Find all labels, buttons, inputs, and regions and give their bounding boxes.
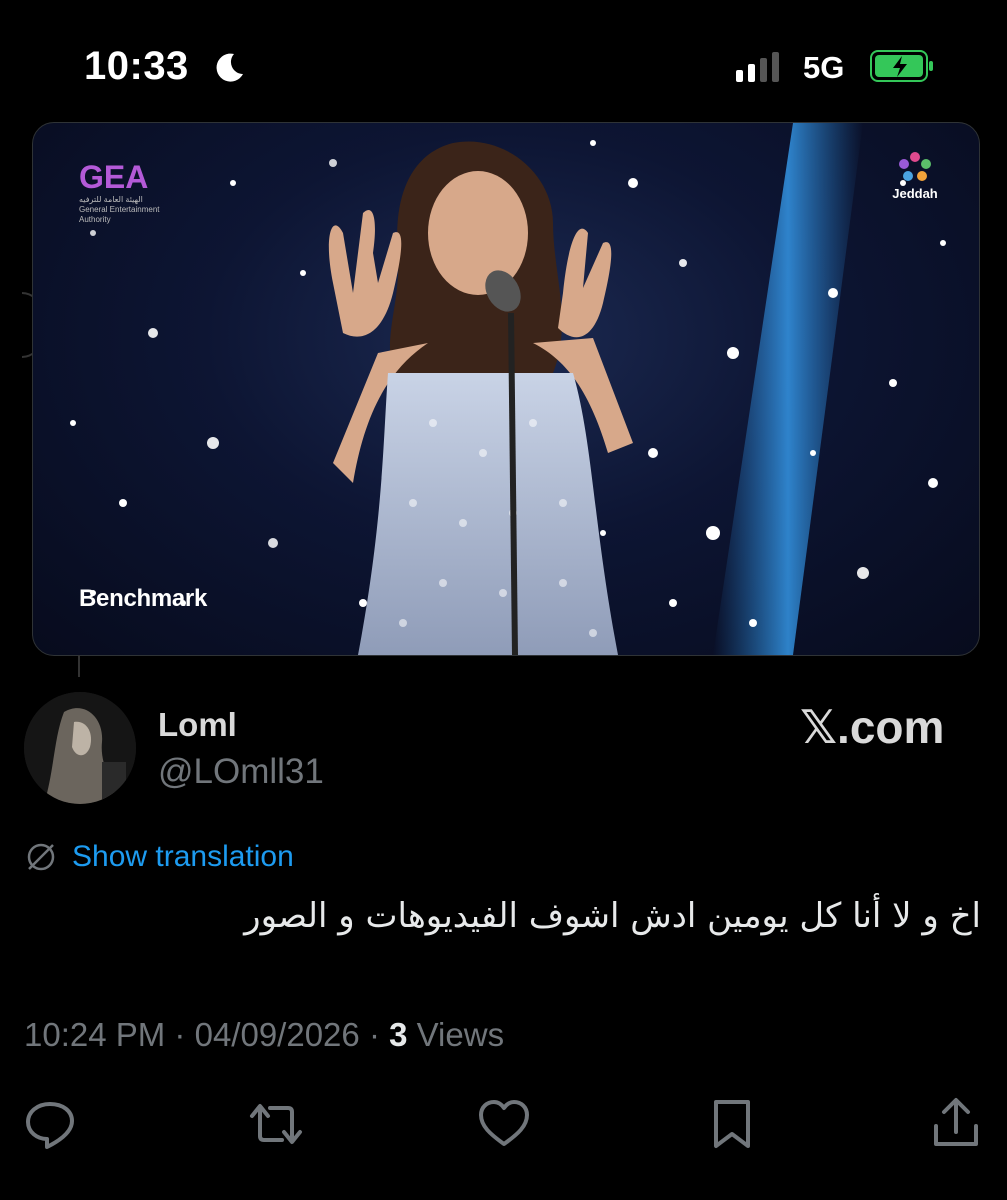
thread-line	[78, 655, 80, 677]
meta-separator: ·	[174, 1016, 186, 1053]
signal-icon	[736, 52, 779, 82]
tweet-screen: 10:33 5G GEA الهيئة العامة للترفيه Gener…	[0, 0, 1007, 1200]
share-icon[interactable]	[928, 1096, 984, 1152]
status-time: 10:33	[84, 44, 189, 88]
jeddah-flower-icon	[899, 152, 931, 181]
avatar[interactable]	[24, 692, 136, 804]
jeddah-logo: Jeddah	[885, 149, 945, 201]
author-handle[interactable]: @LOmll31	[158, 752, 324, 792]
tweet-date[interactable]: 04/09/2026	[195, 1016, 360, 1053]
avatar-image	[24, 692, 136, 804]
reply-icon[interactable]	[22, 1096, 78, 1152]
tweet-time[interactable]: 10:24 PM	[24, 1016, 165, 1053]
battery-charging-icon	[870, 50, 933, 82]
media-video[interactable]: GEA الهيئة العامة للترفيه General Entert…	[32, 122, 980, 656]
tweet-meta: 10:24 PM · 04/09/2026 · 3 Views	[24, 1016, 504, 1054]
like-icon[interactable]	[476, 1096, 532, 1152]
tweet-text: اخ و لا أنا كل يومين ادش اشوف الفيديوهات…	[244, 896, 981, 936]
show-translation-button[interactable]: Show translation	[24, 840, 294, 874]
moon-icon	[216, 53, 243, 82]
action-bar	[0, 1096, 1007, 1156]
bookmark-icon[interactable]	[704, 1096, 760, 1152]
stage-scene-image	[70, 123, 946, 655]
benchmark-watermark: Benchmark	[79, 585, 208, 612]
views-label: Views	[416, 1016, 505, 1053]
retweet-icon[interactable]	[248, 1096, 304, 1152]
network-type: 5G	[803, 50, 845, 85]
globe-slash-icon	[27, 843, 55, 871]
author-display-name[interactable]: Loml	[158, 706, 237, 744]
views-count: 3	[389, 1016, 408, 1053]
x-brand-logo: 𝕏.com	[800, 701, 945, 753]
jeddah-logo-label: Jeddah	[892, 186, 938, 201]
gea-logo-subtitle: الهيئة العامة للترفيه General Entertainm…	[79, 195, 160, 224]
meta-separator: ·	[368, 1016, 380, 1053]
show-translation-label[interactable]: Show translation	[72, 840, 294, 874]
gea-logo: GEA	[79, 159, 149, 195]
